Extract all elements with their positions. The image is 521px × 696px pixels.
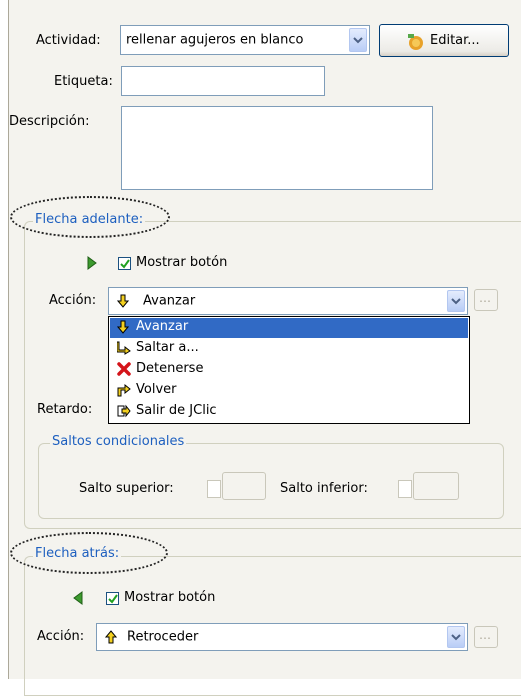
forward-show-label: Mostrar botón xyxy=(136,255,228,270)
menu-item-label: Saltar a... xyxy=(136,340,199,355)
back-action-select[interactable]: Retroceder xyxy=(96,623,468,651)
back-show-label: Mostrar botón xyxy=(124,590,216,605)
edit-button-label: Editar... xyxy=(430,33,480,48)
back-action-value: Retroceder xyxy=(127,629,199,645)
red-x-icon xyxy=(117,362,131,376)
forward-show-checkbox[interactable] xyxy=(118,257,131,270)
upper-jump-button[interactable] xyxy=(222,472,266,500)
back-show-checkbox[interactable] xyxy=(106,592,119,605)
edit-button[interactable]: Editar... xyxy=(379,24,509,57)
tag-field[interactable] xyxy=(121,66,325,96)
description-label: Descripción: xyxy=(9,114,90,129)
menu-item-label: Detenerse xyxy=(136,361,204,376)
menu-item-label: Avanzar xyxy=(136,319,189,334)
menu-item-label: Volver xyxy=(136,382,177,397)
edit-icon xyxy=(406,33,426,55)
menu-item-volver[interactable]: Volver xyxy=(110,381,468,401)
lower-jump-button[interactable] xyxy=(413,472,459,500)
chevron-down-icon[interactable] xyxy=(349,28,367,52)
description-field[interactable] xyxy=(121,106,433,190)
upper-jump-indicator xyxy=(207,480,221,498)
arrow-down-yellow-icon xyxy=(116,320,131,334)
forward-legend: Flecha adelante: xyxy=(33,212,146,227)
forward-action-menu[interactable]: Avanzar Saltar a... Detenerse Volver Sal… xyxy=(108,316,470,424)
forward-arrow-icon xyxy=(87,256,97,274)
menu-item-detenerse[interactable]: Detenerse xyxy=(110,360,468,380)
lower-jump-label: Salto inferior: xyxy=(280,481,368,496)
activity-label: Actividad: xyxy=(36,33,101,48)
back-action-more-button[interactable]: … xyxy=(474,626,498,648)
arrow-down-yellow-icon xyxy=(116,294,130,312)
menu-item-saltar[interactable]: Saltar a... xyxy=(110,339,468,359)
back-action-label: Acción: xyxy=(37,629,85,644)
menu-item-salir[interactable]: Salir de JClic xyxy=(110,402,468,422)
forward-action-label: Acción: xyxy=(49,293,97,308)
menu-item-avanzar[interactable]: Avanzar xyxy=(110,318,468,338)
activity-select[interactable]: rellenar agujeros en blanco xyxy=(120,25,370,55)
jump-arrow-icon xyxy=(116,341,131,355)
return-arrow-icon xyxy=(117,383,131,397)
activity-select-value: rellenar agujeros en blanco xyxy=(126,32,304,48)
menu-item-label: Salir de JClic xyxy=(136,403,217,418)
exit-arrow-icon xyxy=(117,404,131,418)
forward-action-select[interactable]: Avanzar xyxy=(108,287,468,315)
properties-frame: Actividad: rellenar agujeros en blanco E… xyxy=(0,0,521,696)
forward-action-more-button[interactable]: … xyxy=(474,289,498,311)
back-arrow-icon xyxy=(73,591,83,609)
conditional-jumps-legend: Saltos condicionales xyxy=(50,434,187,449)
arrow-up-yellow-icon xyxy=(104,630,118,648)
lower-jump-indicator xyxy=(398,480,412,498)
forward-delay-label: Retardo: xyxy=(37,402,93,417)
forward-action-value: Avanzar xyxy=(143,293,196,309)
back-legend: Flecha atrás: xyxy=(33,546,122,561)
upper-jump-label: Salto superior: xyxy=(79,481,174,496)
chevron-down-icon[interactable] xyxy=(447,290,465,312)
tag-label: Etiqueta: xyxy=(54,74,113,89)
chevron-down-icon[interactable] xyxy=(447,626,465,648)
